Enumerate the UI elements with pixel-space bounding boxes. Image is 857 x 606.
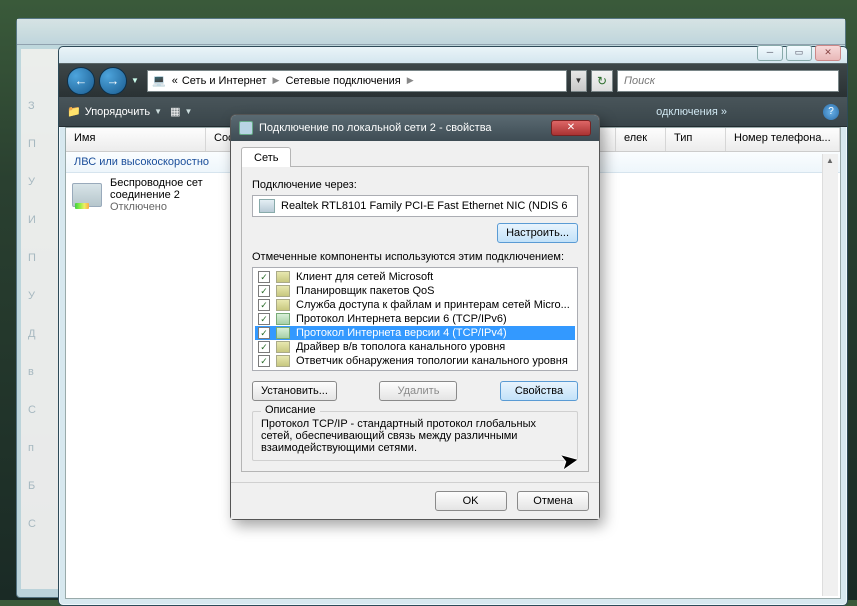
component-item[interactable]: ✓ Протокол Интернета версии 4 (TCP/IPv4)	[255, 326, 575, 340]
description-box: Описание Протокол TCP/IP - стандартный п…	[252, 411, 578, 461]
checkbox[interactable]: ✓	[258, 327, 270, 339]
component-icon	[276, 271, 290, 283]
help-button[interactable]: ?	[823, 104, 839, 120]
properties-dialog: Подключение по локальной сети 2 - свойст…	[230, 114, 600, 520]
component-icon	[276, 285, 290, 297]
component-item[interactable]: ✓ Служба доступа к файлам и принтерам сет…	[255, 298, 575, 312]
group-header-link[interactable]: ЛВС или высокоскоростно	[74, 156, 209, 168]
component-icon	[276, 313, 290, 325]
dialog-titlebar[interactable]: Подключение по локальной сети 2 - свойст…	[231, 115, 599, 141]
component-icon	[276, 355, 290, 367]
properties-button[interactable]: Свойства	[500, 381, 578, 401]
component-item[interactable]: ✓ Ответчик обнаружения топологии канально…	[255, 354, 575, 368]
refresh-button[interactable]: ↻	[591, 70, 613, 92]
nav-forward-button[interactable]: →	[99, 67, 127, 95]
dialog-title: Подключение по локальной сети 2 - свойст…	[259, 122, 492, 134]
component-label: Драйвер в/в тополога канального уровня	[296, 341, 505, 353]
address-bar[interactable]: 💻 « Сеть и Интернет ▶ Сетевые подключени…	[147, 70, 567, 92]
views-button[interactable]: ▦ ▼	[170, 105, 192, 118]
chevron-right-icon: ▶	[273, 75, 280, 86]
component-icon	[276, 341, 290, 353]
organize-button[interactable]: 📁 Упорядочить ▼	[67, 105, 162, 118]
checkbox[interactable]: ✓	[258, 299, 270, 311]
component-item[interactable]: ✓ Драйвер в/в тополога канального уровня	[255, 340, 575, 354]
toolbar-link[interactable]: одключения »	[656, 106, 727, 118]
tab-network[interactable]: Сеть	[241, 147, 291, 167]
adapter-icon	[259, 199, 275, 213]
component-icon	[276, 299, 290, 311]
column-name[interactable]: Имя	[66, 128, 206, 151]
adapter-name: Realtek RTL8101 Family PCI-E Fast Ethern…	[281, 200, 568, 212]
search-input[interactable]: Поиск	[617, 70, 839, 92]
minimize-button[interactable]: ─	[757, 45, 783, 61]
configure-button[interactable]: Настроить...	[497, 223, 578, 243]
column-phone[interactable]: Номер телефона...	[726, 128, 840, 151]
component-label: Протокол Интернета версии 6 (TCP/IPv6)	[296, 313, 507, 325]
component-item[interactable]: ✓ Протокол Интернета версии 6 (TCP/IPv6)	[255, 312, 575, 326]
network-icon: 💻	[152, 74, 166, 87]
wireless-adapter-icon	[72, 183, 102, 207]
maximize-button[interactable]: ▭	[786, 45, 812, 61]
checkbox[interactable]: ✓	[258, 341, 270, 353]
close-button[interactable]: ✕	[815, 45, 841, 61]
network-connection-icon	[239, 121, 253, 135]
components-list[interactable]: ✓ Клиент для сетей Microsoft ✓ Планировщик …	[252, 267, 578, 371]
checkbox[interactable]: ✓	[258, 313, 270, 325]
column-device[interactable]: елек	[616, 128, 666, 151]
explorer-navbar: ← → ▼ 💻 « Сеть и Интернет ▶ Сетевые подк…	[59, 63, 847, 97]
ok-button[interactable]: OK	[435, 491, 507, 511]
component-label: Ответчик обнаружения топологии канальног…	[296, 355, 568, 367]
organize-icon: 📁	[67, 105, 81, 118]
explorer-titlebar[interactable]: ─ ▭ ✕	[59, 47, 847, 63]
component-label: Протокол Интернета версии 4 (TCP/IPv4)	[296, 327, 507, 339]
chevron-right-icon: ▶	[407, 75, 414, 86]
adapter-field: Realtek RTL8101 Family PCI-E Fast Ethern…	[252, 195, 578, 217]
dialog-footer: OK Отмена	[231, 482, 599, 519]
component-item[interactable]: ✓ Планировщик пакетов QoS	[255, 284, 575, 298]
description-text: Протокол TCP/IP - стандартный протокол г…	[261, 418, 569, 454]
component-icon	[276, 327, 290, 339]
nav-history-dropdown[interactable]: ▼	[131, 76, 143, 85]
remove-button: Удалить	[379, 381, 457, 401]
column-type[interactable]: Тип	[666, 128, 726, 151]
list-item-label: Беспроводное сет соединение 2 Отключено	[110, 177, 203, 213]
description-legend: Описание	[261, 404, 320, 416]
tab-strip: Сеть	[241, 147, 589, 167]
address-dropdown[interactable]: ▼	[571, 70, 587, 92]
chevron-down-icon: ▼	[185, 107, 193, 116]
checkbox[interactable]: ✓	[258, 271, 270, 283]
component-label: Планировщик пакетов QoS	[296, 285, 435, 297]
scrollbar[interactable]	[822, 154, 838, 596]
install-button[interactable]: Установить...	[252, 381, 337, 401]
obscured-left-text: ЗПУ ИПУ ДвС пБС	[28, 100, 58, 556]
views-icon: ▦	[170, 105, 180, 118]
checkbox[interactable]: ✓	[258, 285, 270, 297]
component-label: Клиент для сетей Microsoft	[296, 271, 433, 283]
close-button[interactable]: ✕	[551, 120, 591, 136]
checkbox[interactable]: ✓	[258, 355, 270, 367]
component-item[interactable]: ✓ Клиент для сетей Microsoft	[255, 270, 575, 284]
connect-via-label: Подключение через:	[252, 179, 578, 191]
nav-back-button[interactable]: ←	[67, 67, 95, 95]
components-label: Отмеченные компоненты используются этим …	[252, 251, 578, 263]
component-label: Служба доступа к файлам и принтерам сете…	[296, 299, 570, 311]
breadcrumb[interactable]: Сетевые подключения	[285, 75, 400, 87]
breadcrumb[interactable]: « Сеть и Интернет	[172, 75, 267, 87]
cancel-button[interactable]: Отмена	[517, 491, 589, 511]
chevron-down-icon: ▼	[154, 107, 162, 116]
